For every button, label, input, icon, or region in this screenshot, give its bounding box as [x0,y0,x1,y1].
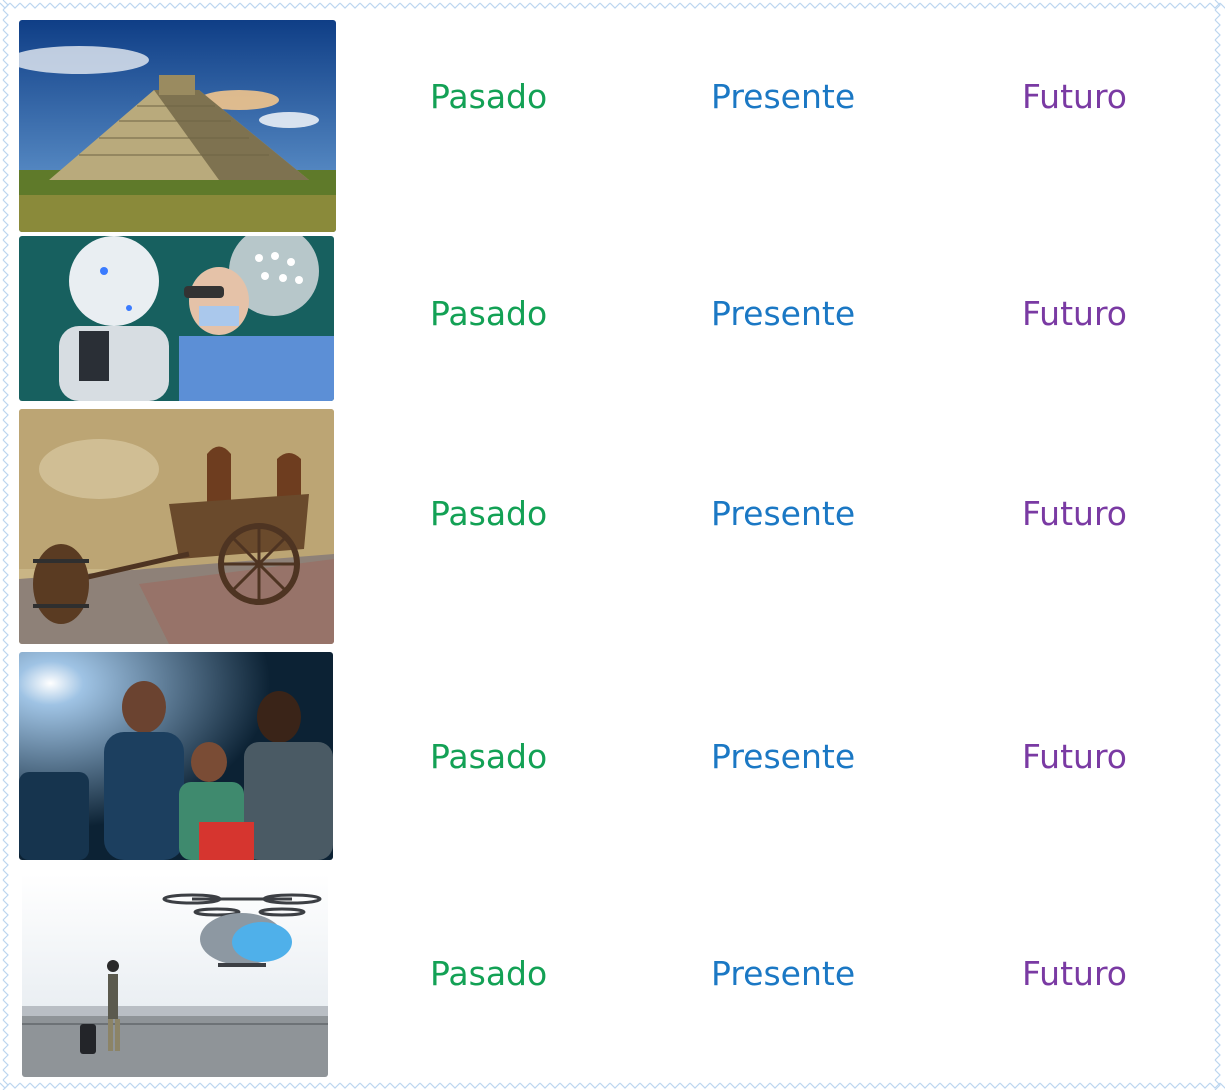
robot-surgeon-photo [19,236,334,401]
pyramid-photo [19,20,336,232]
option-futuro[interactable]: Futuro [1022,737,1127,777]
option-pasado[interactable]: Pasado [430,77,547,117]
worksheet: Pasado Presente Futuro Pasado Presente F… [12,12,1213,1078]
worksheet-row: Pasado Presente Futuro [12,872,1213,1077]
option-presente[interactable]: Presente [711,77,855,117]
option-pasado[interactable]: Pasado [430,494,547,534]
worksheet-row: Pasado Presente Futuro [12,20,1213,233]
option-presente[interactable]: Presente [711,737,855,777]
worksheet-row: Pasado Presente Futuro [12,409,1213,645]
cinema-family-photo [19,652,333,860]
option-pasado[interactable]: Pasado [430,294,547,334]
option-presente[interactable]: Presente [711,494,855,534]
option-pasado[interactable]: Pasado [430,737,547,777]
option-presente[interactable]: Presente [711,954,855,994]
option-futuro[interactable]: Futuro [1022,494,1127,534]
passenger-drone-photo [22,874,328,1077]
worksheet-row: Pasado Presente Futuro [12,236,1213,402]
old-cart-photo [19,409,334,644]
option-futuro[interactable]: Futuro [1022,294,1127,334]
option-futuro[interactable]: Futuro [1022,954,1127,994]
worksheet-row: Pasado Presente Futuro [12,652,1213,861]
option-futuro[interactable]: Futuro [1022,77,1127,117]
option-presente[interactable]: Presente [711,294,855,334]
option-pasado[interactable]: Pasado [430,954,547,994]
